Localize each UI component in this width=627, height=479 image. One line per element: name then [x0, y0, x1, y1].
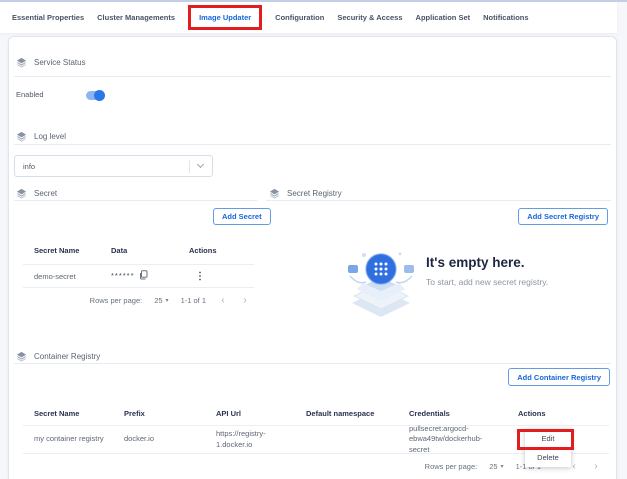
section-title: Secret	[34, 189, 57, 198]
add-secret-button[interactable]: Add Secret	[213, 208, 271, 225]
divider	[14, 144, 611, 145]
divider	[14, 363, 611, 364]
secret-section-header: Secret	[16, 188, 57, 199]
secret-table-header: Secret Name Data Actions	[23, 237, 254, 265]
container-registry-table: Secret Name Prefix API Url Default names…	[23, 401, 609, 474]
column-header: Secret Name	[23, 409, 113, 418]
layers-icon	[16, 57, 27, 68]
tab-notifications[interactable]: Notifications	[483, 13, 528, 22]
secret-data-cell: ******	[100, 270, 178, 282]
table-row: demo-secret ****** ⋮	[23, 265, 254, 288]
copy-icon[interactable]	[139, 270, 148, 282]
prefix-cell: docker.io	[113, 434, 205, 444]
section-title: Secret Registry	[287, 189, 342, 198]
column-header: Prefix	[113, 409, 205, 418]
select-separator	[189, 160, 190, 173]
registry-name-cell: my container registry	[23, 434, 113, 444]
tab-application-set[interactable]: Application Set	[416, 13, 471, 22]
previous-page-icon[interactable]: ‹	[218, 295, 228, 306]
secret-name-cell: demo-secret	[23, 272, 100, 281]
add-container-registry-button[interactable]: Add Container Registry	[508, 368, 610, 386]
tab-essential-properties[interactable]: Essential Properties	[12, 13, 84, 22]
tab-image-updater[interactable]: Image Updater	[188, 5, 262, 30]
divider	[14, 200, 257, 201]
caret-down-icon: ▾	[166, 297, 169, 304]
column-header: API Url	[205, 409, 295, 418]
caret-down-icon: ▾	[501, 463, 504, 470]
column-header: Default namespace	[295, 409, 398, 418]
layers-icon	[16, 188, 27, 199]
tab-configuration[interactable]: Configuration	[275, 13, 324, 22]
secret-table: Secret Name Data Actions demo-secret ***…	[23, 237, 254, 308]
column-header: Secret Name	[23, 246, 100, 255]
column-header: Data	[100, 246, 178, 255]
page-range: 1-1 of 1	[181, 296, 206, 305]
tab-security-access[interactable]: Security & Access	[337, 13, 402, 22]
layers-icon	[269, 188, 280, 199]
rows-per-page-select[interactable]: 25 ▾	[154, 296, 168, 305]
table-row: my container registry docker.io https://…	[23, 426, 609, 454]
section-title: Log level	[34, 132, 66, 141]
menu-item-edit[interactable]: Edit	[525, 429, 571, 448]
section-title: Container Registry	[34, 352, 100, 361]
menu-item-delete[interactable]: Delete	[525, 448, 571, 467]
row-actions-menu: Edit Delete	[525, 429, 571, 467]
service-status-section-header: Service Status	[16, 57, 86, 68]
column-header: Actions	[507, 409, 609, 418]
api-url-cell: https://registry-1.docker.io	[205, 429, 295, 449]
next-page-icon[interactable]: ›	[240, 295, 250, 306]
container-pagination: Rows per page: 25▾ 1-1 of 1 ‹ ›	[23, 458, 609, 474]
layers-icon	[16, 131, 27, 142]
tab-bar: Essential Properties Cluster Managements…	[0, 2, 617, 33]
log-level-section-header: Log level	[16, 131, 66, 142]
enabled-label: Enabled	[16, 90, 44, 99]
layers-icon	[16, 351, 27, 362]
empty-state-title: It's empty here.	[426, 255, 525, 270]
divider	[266, 200, 611, 201]
kebab-menu-icon[interactable]: ⋮	[178, 271, 254, 282]
column-header: Actions	[178, 246, 254, 255]
tab-cluster-managements[interactable]: Cluster Managements	[97, 13, 175, 22]
next-page-icon[interactable]: ›	[591, 461, 601, 472]
rows-per-page-value: 25	[154, 296, 162, 305]
secret-registry-section-header: Secret Registry	[269, 188, 342, 199]
masked-value: ******	[111, 271, 135, 280]
section-title: Service Status	[34, 58, 86, 67]
credentials-cell: pullsecret:argocd-ebwa49tw/dockerhub-sec…	[398, 424, 507, 454]
log-level-select[interactable]: info	[14, 155, 213, 177]
rows-per-page-label: Rows per page:	[90, 296, 143, 305]
container-table-header: Secret Name Prefix API Url Default names…	[23, 401, 609, 426]
empty-state-subtitle: To start, add new secret registry.	[426, 277, 548, 287]
toggle-knob	[94, 90, 105, 101]
add-secret-registry-button[interactable]: Add Secret Registry	[518, 208, 608, 225]
select-controls	[189, 156, 212, 176]
container-registry-section-header: Container Registry	[16, 351, 100, 362]
enabled-toggle[interactable]	[86, 91, 103, 100]
chevron-down-icon[interactable]	[197, 161, 204, 168]
column-header: Credentials	[398, 409, 507, 418]
secret-pagination: Rows per page: 25 ▾ 1-1 of 1 ‹ ›	[23, 292, 254, 308]
divider	[14, 76, 611, 77]
empty-state-illustration	[344, 245, 418, 326]
log-level-value: info	[23, 162, 35, 171]
image-updater-panel: Service Status Enabled Log level info Se…	[8, 36, 617, 479]
rows-per-page-select[interactable]: 25 ▾	[489, 462, 503, 471]
rows-per-page-label: Rows per page:	[425, 462, 478, 471]
rows-per-page-value: 25	[489, 462, 497, 471]
